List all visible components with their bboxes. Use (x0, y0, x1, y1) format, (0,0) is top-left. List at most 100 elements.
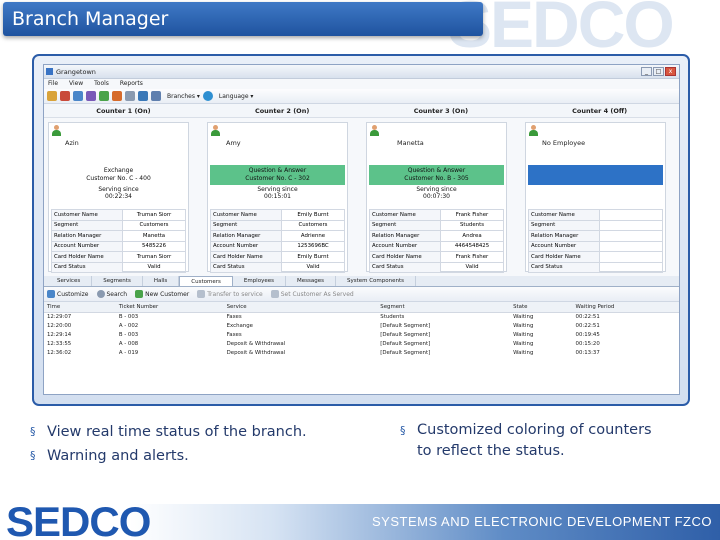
monitor-icon[interactable] (138, 91, 148, 101)
tab-customers[interactable]: Customers (179, 276, 233, 286)
info-label: Segment (209, 219, 283, 231)
menu-view[interactable]: View (69, 80, 83, 87)
grid-column-header[interactable]: Waiting Period (572, 302, 679, 313)
minimize-button[interactable]: _ (641, 67, 652, 76)
served-icon (270, 290, 279, 298)
tab-segments[interactable]: Segments (92, 276, 143, 286)
table-row[interactable]: 12:33:55 A - 008 Deposit & Withdrawal [Defa… (44, 339, 679, 348)
counter-panel-4[interactable]: No Employee Customer Name Segment Relation … (525, 122, 666, 273)
maximize-button[interactable]: □ (653, 67, 664, 76)
footer-logo: SEDCO (6, 498, 151, 540)
tab-system-components[interactable]: System Components (336, 276, 417, 286)
menu-reports[interactable]: Reports (120, 80, 143, 87)
info-row: Relation Manager Manetta (50, 230, 186, 242)
search-icon (96, 290, 105, 298)
table-row[interactable]: 12:36:02 A - 019 Deposit & Withdrawal [Defa… (44, 348, 679, 357)
tab-services[interactable]: Services (46, 276, 93, 286)
info-value: 5485226 (122, 240, 186, 252)
table-cell: Waiting (513, 313, 534, 320)
info-label: Card Holder Name (368, 251, 442, 263)
info-value: Andrea (440, 230, 504, 242)
stop-icon[interactable] (60, 91, 70, 101)
table-cell: 00:13:37 (575, 349, 600, 356)
language-dropdown[interactable]: Language ▾ (219, 93, 254, 100)
window-controls: _ □ x (640, 67, 676, 76)
counter-header-2: Counter 2 (On) (254, 107, 310, 115)
table-cell: 12:29:14 (47, 331, 72, 338)
tab-messages[interactable]: Messages (286, 276, 336, 286)
serving-time: 00:15:01 (264, 193, 291, 200)
serving-time: 00:22:34 (105, 193, 132, 200)
bullet-line-2: to reflect the status. (417, 443, 565, 459)
tab-employees[interactable]: Employees (233, 276, 286, 286)
customize-button[interactable]: Customize (47, 290, 89, 298)
branches-dropdown[interactable]: Branches ▾ (167, 93, 200, 100)
counter-header-4: Counter 4 (Off) (572, 107, 628, 115)
info-label: Card Status (368, 261, 442, 273)
search-button[interactable]: Search (96, 290, 127, 298)
info-label: Segment (50, 219, 124, 231)
settings-icon[interactable] (86, 91, 96, 101)
bullets-left: View real time status of the branch. War… (30, 420, 307, 468)
app-window: Grangetown _ □ x File View Tools Reports (43, 64, 680, 395)
globe-icon (202, 91, 213, 101)
close-button[interactable]: x (665, 67, 676, 76)
grid-column-header[interactable]: Service (223, 302, 378, 313)
info-row: Segment (527, 219, 663, 231)
info-row: Segment Customers (209, 219, 345, 231)
info-row: Relation Manager (527, 230, 663, 242)
grid-header-row: Time Ticket Number Service Segment State Wait… (44, 302, 679, 313)
table-cell: Faxes (226, 313, 242, 320)
counter-panel-3[interactable]: Manetta Question & Answer Customer No. B -… (366, 122, 507, 273)
info-label: Account Number (209, 240, 283, 252)
table-cell: Students (380, 313, 405, 320)
info-value (599, 261, 663, 273)
new-customer-button[interactable]: New Customer (135, 290, 189, 298)
grid-column-header[interactable]: Time (44, 302, 116, 313)
users-icon[interactable] (99, 91, 109, 101)
menu-file[interactable]: File (48, 80, 58, 87)
info-value: 1253696BC (281, 240, 345, 252)
counter-panel-2[interactable]: Amy Question & Answer Customer No. C - 302… (207, 122, 348, 273)
print-icon[interactable] (125, 91, 135, 101)
set-served-button[interactable]: Set Customer As Served (270, 290, 354, 298)
table-cell: 00:22:51 (575, 322, 600, 329)
title-banner: Branch Manager (3, 2, 483, 36)
customer-info-table: Customer Name Truman Siorr Segment Customer… (50, 209, 186, 273)
info-row: Card Holder Name Truman Siorr (50, 251, 186, 263)
page-title: Branch Manager (12, 8, 169, 30)
employee-icon (210, 125, 220, 137)
employee-icon (369, 125, 379, 137)
info-row: Segment Students (368, 219, 504, 231)
info-label: Account Number (527, 240, 601, 252)
counter-panel-1[interactable]: Azin Exchange Customer No. C - 400 Serving … (48, 122, 189, 273)
table-row[interactable]: 12:29:07 B - 003 Faxes Students Waiting 00:22… (44, 312, 679, 321)
table-row[interactable]: 12:29:14 B - 003 Faxes [Default Segment] Wai… (44, 330, 679, 339)
table-cell: [Default Segment] (380, 331, 431, 338)
menu-tools[interactable]: Tools (94, 80, 109, 87)
info-value (599, 219, 663, 231)
tab-halls[interactable]: Halls (143, 276, 180, 286)
report-icon[interactable] (73, 91, 83, 101)
grid-column-header[interactable]: Segment (377, 302, 511, 313)
grid-column-header[interactable]: State (510, 302, 573, 313)
info-row: Customer Name (527, 209, 663, 221)
branches-icon (151, 91, 161, 101)
info-value: Frank Fisher (440, 251, 504, 263)
bullet-item: Warning and alerts. (30, 444, 307, 468)
alert-icon[interactable] (112, 91, 122, 101)
table-cell: 12:33:55 (47, 340, 72, 347)
folder-icon[interactable] (47, 91, 57, 101)
info-label: Account Number (50, 240, 124, 252)
employee-name: Azin (65, 139, 79, 147)
grid-column-header[interactable]: Ticket Number (115, 302, 224, 313)
table-row[interactable]: 12:20:00 A - 002 Exchange [Default Segment]… (44, 321, 679, 330)
tab-bar: Services Segments Halls Customers Employees M… (44, 276, 679, 287)
transfer-button[interactable]: Transfer to service (197, 290, 263, 298)
serving-since: Serving since 00:07:30 (369, 186, 504, 200)
info-value: Valid (281, 261, 345, 273)
info-value (599, 230, 663, 242)
info-row: Account Number 4464548425 (368, 240, 504, 252)
info-row: Customer Name Emily Burnt (209, 209, 345, 221)
info-row: Segment Customers (50, 219, 186, 231)
